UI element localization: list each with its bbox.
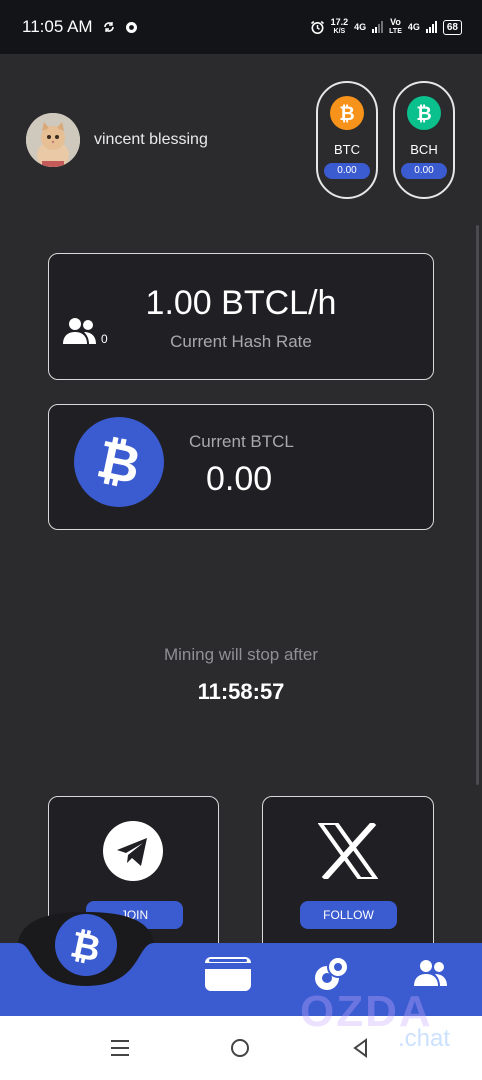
back-icon[interactable] bbox=[351, 1038, 371, 1058]
home-icon[interactable] bbox=[230, 1038, 250, 1058]
status-time: 11:05 AM bbox=[22, 17, 93, 36]
bch-coin-icon: ₿ bbox=[407, 96, 441, 130]
bitcoin-cash-icon: ₿ bbox=[416, 103, 431, 124]
hash-rate-card: 0 1.00 BTCL/h Current Hash Rate bbox=[48, 253, 434, 380]
svg-text:₿: ₿ bbox=[92, 432, 146, 492]
coin-pill-btc[interactable]: ₿ BTC 0.00 bbox=[316, 81, 378, 199]
hash-rate-value: 1.00 BTCL/h bbox=[145, 284, 337, 322]
hash-rate-label: Current Hash Rate bbox=[170, 332, 312, 351]
coin-balance: 0.00 bbox=[401, 163, 447, 179]
volte-lte: LTE bbox=[389, 28, 402, 35]
svg-text:₿: ₿ bbox=[339, 103, 354, 124]
signal-icon-1 bbox=[372, 21, 384, 33]
network-type-1: 4G bbox=[354, 22, 367, 32]
x-logo-icon bbox=[318, 823, 378, 879]
network-type-2: 4G bbox=[407, 22, 420, 32]
net-speed: 17.2 K/S bbox=[331, 18, 349, 36]
btc-coin-icon: ₿ bbox=[330, 96, 364, 130]
username: vincent blessing bbox=[94, 131, 208, 148]
wallet-icon bbox=[205, 957, 251, 991]
battery-level: 68 bbox=[446, 21, 458, 33]
btcl-logo: ₿ bbox=[74, 417, 164, 507]
follow-x-button[interactable]: FOLLOW bbox=[300, 901, 397, 929]
battery-icon: 68 bbox=[442, 19, 462, 35]
bitcoin-icon: ₿ bbox=[67, 924, 104, 967]
avatar[interactable] bbox=[26, 113, 80, 167]
mining-timer: 11:58:57 bbox=[197, 679, 285, 704]
alarm-icon bbox=[310, 20, 324, 34]
nav-team[interactable] bbox=[413, 958, 451, 988]
cat-avatar-image bbox=[26, 113, 80, 167]
volte-vo: Vo bbox=[390, 17, 401, 27]
chrome-icon bbox=[125, 21, 137, 33]
signal-icon-2 bbox=[425, 21, 437, 33]
mining-status-text: Mining will stop after bbox=[163, 645, 318, 664]
coin-symbol: BTC bbox=[334, 142, 360, 157]
team-icon bbox=[414, 960, 447, 986]
svg-text:₿: ₿ bbox=[416, 103, 431, 124]
status-bar: 11:05 AM 17.2 K/S 4G Vo LTE 4G 68 bbox=[0, 0, 482, 54]
sync-icon bbox=[103, 22, 114, 32]
balance-card: ₿ Current BTCL 0.00 bbox=[48, 404, 434, 530]
recents-icon[interactable] bbox=[110, 1038, 130, 1058]
volte-indicator: Vo LTE bbox=[389, 18, 402, 36]
bitcoin-icon: ₿ bbox=[92, 432, 146, 492]
coin-symbol: BCH bbox=[410, 142, 438, 157]
x-card[interactable]: FOLLOW bbox=[262, 796, 434, 956]
coin-pill-bch[interactable]: ₿ BCH 0.00 bbox=[393, 81, 455, 199]
coin-balance: 0.00 bbox=[324, 163, 370, 179]
net-speed-value: 17.2 bbox=[330, 17, 349, 27]
watermark-suffix: .chat bbox=[398, 1025, 451, 1052]
bitcoin-icon: ₿ bbox=[339, 103, 354, 124]
telegram-icon bbox=[103, 821, 163, 881]
balance-value: 0.00 bbox=[206, 460, 273, 498]
scrollbar[interactable] bbox=[476, 225, 479, 785]
balance-label: Current BTCL bbox=[189, 432, 294, 451]
svg-text:₿: ₿ bbox=[67, 924, 104, 967]
nav-mine-button[interactable]: ₿ bbox=[55, 914, 117, 976]
profile[interactable]: vincent blessing bbox=[26, 113, 208, 167]
nav-wallet[interactable] bbox=[203, 953, 253, 993]
net-speed-unit: K/S bbox=[333, 28, 346, 35]
